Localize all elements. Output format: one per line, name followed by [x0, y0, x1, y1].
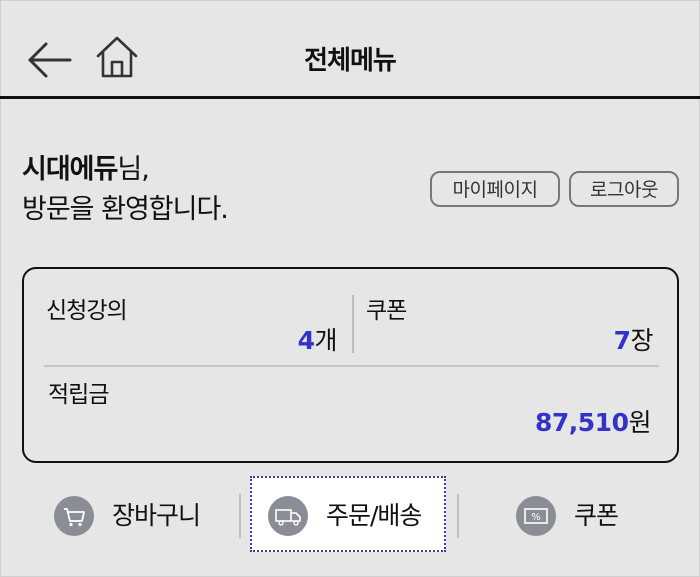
points-label: 적립금: [48, 382, 109, 408]
logout-button[interactable]: 로그아웃: [569, 171, 679, 207]
menu-item-label: 쿠폰: [574, 501, 619, 530]
courses-label: 신청강의: [46, 298, 128, 324]
points-amount-value: 87,510: [535, 408, 629, 437]
courses-count[interactable]: 4개: [297, 321, 338, 357]
truck-icon: [268, 496, 308, 536]
menu-item-label: 주문/배송: [326, 501, 422, 530]
menu-item-cart[interactable]: 장바구니: [54, 496, 224, 536]
menu-separator: [239, 494, 241, 538]
mypage-button[interactable]: 마이페이지: [430, 171, 560, 207]
points-amount[interactable]: 87,510원: [535, 403, 651, 439]
stats-vertical-divider: [352, 295, 354, 353]
courses-count-value: 4: [297, 326, 315, 355]
menu-item-orders[interactable]: 주문/배송: [268, 496, 438, 536]
coupons-count-value: 7: [613, 326, 631, 355]
menu-separator: [457, 494, 459, 538]
menu-item-coupons[interactable]: % 쿠폰: [516, 496, 646, 536]
courses-count-unit: 개: [314, 326, 337, 355]
coupons-count-unit: 장: [630, 326, 653, 355]
coupon-icon-text: %: [531, 512, 541, 523]
coupons-label: 쿠폰: [366, 298, 407, 324]
points-amount-unit: 원: [628, 408, 651, 437]
account-summary-box: 신청강의 4개 쿠폰 7장 적립금 87,510원: [22, 267, 679, 463]
menu-item-label: 장바구니: [112, 501, 201, 530]
welcome-line: 방문을 환영합니다.: [22, 194, 229, 225]
honorific-suffix: 님,: [117, 154, 149, 185]
stats-horizontal-divider: [44, 365, 659, 367]
coupon-icon: %: [516, 496, 556, 536]
user-name: 시대에듀: [22, 154, 118, 185]
cart-icon: [54, 496, 94, 536]
header-bar: 전체메뉴: [0, 0, 700, 99]
welcome-message: 시대에듀님, 방문을 환영합니다.: [22, 150, 229, 230]
page-title: 전체메뉴: [304, 46, 397, 76]
coupons-count[interactable]: 7장: [613, 321, 654, 357]
